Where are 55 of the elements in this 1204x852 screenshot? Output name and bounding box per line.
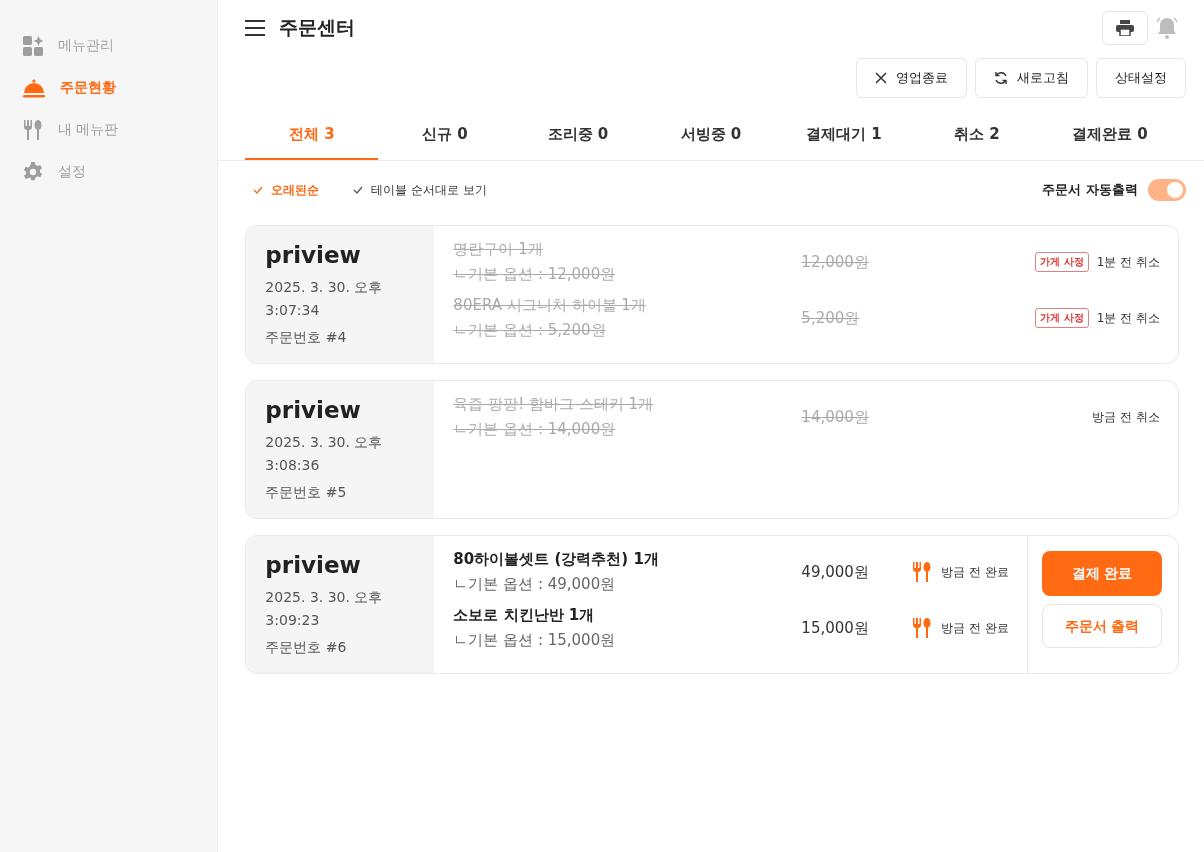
item-status: 방금 전 취소 (1092, 408, 1160, 426)
gear-icon (22, 161, 44, 183)
auto-print-toggle[interactable] (1148, 179, 1186, 201)
item-price: 5,200원 (801, 308, 861, 328)
item-name: 육즙 팡팡! 함바그 스테키 1개 (453, 395, 654, 414)
check-icon (353, 186, 364, 194)
sort-option[interactable]: 테이블 순서대로 보기 (353, 181, 487, 199)
item-option: ㄴ기본 옵션 : 5,200원 (453, 321, 802, 340)
item-price: 49,000원 (801, 562, 870, 582)
utensils-icon (22, 119, 44, 141)
order-number: 주문번호 #5 (265, 483, 348, 502)
item-name: 80ERA 시그니처 하이볼 1개 (453, 296, 647, 315)
page-title: 주문센터 (279, 15, 357, 40)
printer-icon (1116, 20, 1134, 36)
print-button[interactable] (1102, 11, 1148, 45)
cloche-icon (22, 77, 46, 99)
action-button[interactable]: 영업종료 (856, 58, 967, 98)
item-status: 1분 전 취소 (1096, 309, 1160, 327)
item-option: ㄴ기본 옵션 : 14,000원 (453, 420, 802, 439)
refresh-icon (994, 71, 1008, 85)
customer-name: priview (265, 242, 362, 268)
action-button[interactable]: 상태설정 (1096, 58, 1186, 98)
customer-name: priview (265, 397, 362, 423)
status-tab[interactable]: 취소 2 (910, 110, 1044, 160)
item-name: 소보로 치킨난반 1개 (453, 606, 596, 625)
item-name: 명란구이 1개 (453, 240, 544, 259)
status-tab[interactable]: 신규 0 (378, 110, 512, 160)
order-datetime: 2025. 3. 30. 오후 3:07:34 (265, 278, 384, 320)
item-option: ㄴ기본 옵션 : 49,000원 (453, 575, 802, 594)
item-name: 80하이볼셋트 (강력추천) 1개 (453, 550, 660, 569)
item-price: 14,000원 (801, 407, 870, 427)
order-number: 주문번호 #6 (265, 638, 348, 657)
reason-tag: 가게 사정 (1035, 252, 1089, 272)
menu-icon[interactable] (245, 20, 266, 36)
check-icon (253, 186, 264, 194)
order-datetime: 2025. 3. 30. 오후 3:09:23 (265, 588, 384, 630)
close-icon (875, 72, 887, 84)
status-tab[interactable]: 조리중 0 (511, 110, 645, 160)
item-option: ㄴ기본 옵션 : 15,000원 (453, 631, 802, 650)
item-status: 1분 전 취소 (1096, 253, 1160, 271)
status-tab[interactable]: 서빙중 0 (644, 110, 778, 160)
item-price: 15,000원 (801, 618, 870, 638)
status-tab[interactable]: 결제완료 0 (1043, 110, 1177, 160)
order-datetime: 2025. 3. 30. 오후 3:08:36 (265, 433, 384, 475)
grid-icon (22, 35, 44, 57)
status-tab[interactable]: 결제대기 1 (777, 110, 911, 160)
auto-print-label: 주문서 자동출력 (1042, 181, 1138, 199)
action-button[interactable]: 새로고침 (975, 58, 1088, 98)
customer-name: priview (265, 552, 362, 578)
item-price: 12,000원 (801, 252, 870, 272)
reason-tag: 가게 사정 (1035, 308, 1089, 328)
item-status: 방금 전 완료 (941, 563, 1009, 581)
item-option: ㄴ기본 옵션 : 12,000원 (453, 265, 802, 284)
item-status: 방금 전 완료 (941, 619, 1009, 637)
order-number: 주문번호 #4 (265, 328, 348, 347)
